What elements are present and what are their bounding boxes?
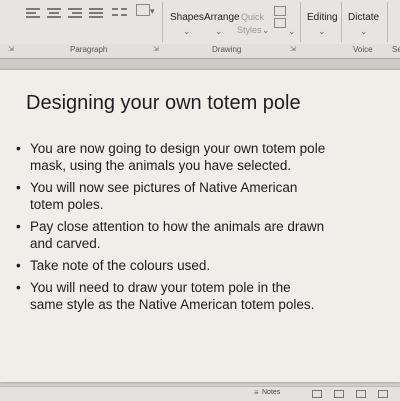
- editing-button[interactable]: Editing: [307, 12, 338, 23]
- chevron-down-icon[interactable]: ▾: [150, 6, 155, 17]
- notes-button[interactable]: Notes: [262, 389, 280, 396]
- shapes-button[interactable]: Shapes: [170, 12, 204, 23]
- shapes-dropdown-icon[interactable]: ⌄: [183, 26, 191, 37]
- normal-view-button[interactable]: [312, 390, 322, 398]
- align-center-icon[interactable]: [47, 8, 61, 20]
- drawing-group-label: Drawing: [212, 45, 242, 54]
- ribbon: ▾ Shapes Arrange ⌄ ⌄ Quick Styles ⌄ ⌄ Ed…: [0, 0, 400, 45]
- slide-title[interactable]: Designing your own totem pole: [26, 92, 301, 115]
- effects-dropdown-icon[interactable]: ⌄: [288, 26, 296, 37]
- ribbon-group-labels: ⇲ Paragraph ⇲ Drawing ⇲ Voice Se: [0, 44, 400, 59]
- align-right-icon[interactable]: [68, 8, 82, 20]
- arrange-dropdown-icon[interactable]: ⌄: [215, 26, 223, 37]
- bullet-item: You will need to draw your totem pole in…: [10, 279, 390, 313]
- slideshow-button[interactable]: [378, 390, 388, 398]
- bullet-item: Take note of the colours used.: [10, 257, 390, 274]
- paragraph-launcher-icon[interactable]: ⇲: [153, 45, 159, 53]
- bullet-item: Pay close attention to how the animals a…: [10, 218, 390, 252]
- justify-icon[interactable]: [89, 8, 103, 20]
- bullet-text-line: and carved.: [30, 236, 101, 251]
- status-bar: ≡ Notes: [0, 386, 400, 401]
- dictate-dropdown-icon[interactable]: ⌄: [360, 26, 368, 37]
- bullet-text-line: same style as the Native American totem …: [30, 297, 315, 312]
- voice-group-label: Voice: [353, 45, 373, 54]
- bullet-text-line: totem poles.: [30, 197, 104, 212]
- paragraph-group-label: Paragraph: [70, 45, 108, 54]
- bullet-item: You will now see pictures of Native Amer…: [10, 179, 390, 213]
- bullet-text-line: You are now going to design your own tot…: [30, 141, 326, 156]
- bullet-text-line: mask, using the animals you have selecte…: [30, 158, 292, 173]
- styles-label[interactable]: Styles: [237, 25, 262, 35]
- quick-styles-label[interactable]: Quick: [241, 12, 264, 22]
- shape-fill-icon[interactable]: [274, 6, 286, 16]
- slide-sorter-button[interactable]: [334, 390, 344, 398]
- bullet-list[interactable]: You are now going to design your own tot…: [10, 140, 390, 318]
- reading-view-button[interactable]: [356, 390, 366, 398]
- editing-dropdown-icon[interactable]: ⌄: [318, 26, 326, 37]
- styles-dropdown-icon[interactable]: ⌄: [262, 25, 270, 36]
- bullet-text-line: Take note of the colours used.: [30, 258, 211, 273]
- bullet-item: You are now going to design your own tot…: [10, 140, 390, 174]
- columns-icon[interactable]: [112, 8, 128, 20]
- bullet-text-line: Pay close attention to how the animals a…: [30, 219, 325, 234]
- align-left-icon[interactable]: [26, 8, 40, 20]
- text-box-icon[interactable]: [136, 4, 150, 16]
- shape-outline-icon[interactable]: [274, 18, 286, 28]
- notes-icon[interactable]: ≡: [254, 388, 259, 397]
- partial-group-label: Se: [392, 45, 400, 54]
- bullet-text-line: You will need to draw your totem pole in…: [30, 280, 291, 295]
- drawing-launcher-icon[interactable]: ⇲: [290, 45, 296, 53]
- dialog-launcher-icon[interactable]: ⇲: [8, 45, 14, 53]
- dictate-button[interactable]: Dictate: [348, 12, 379, 23]
- bullet-text-line: You will now see pictures of Native Amer…: [30, 180, 298, 195]
- arrange-button[interactable]: Arrange: [204, 12, 240, 23]
